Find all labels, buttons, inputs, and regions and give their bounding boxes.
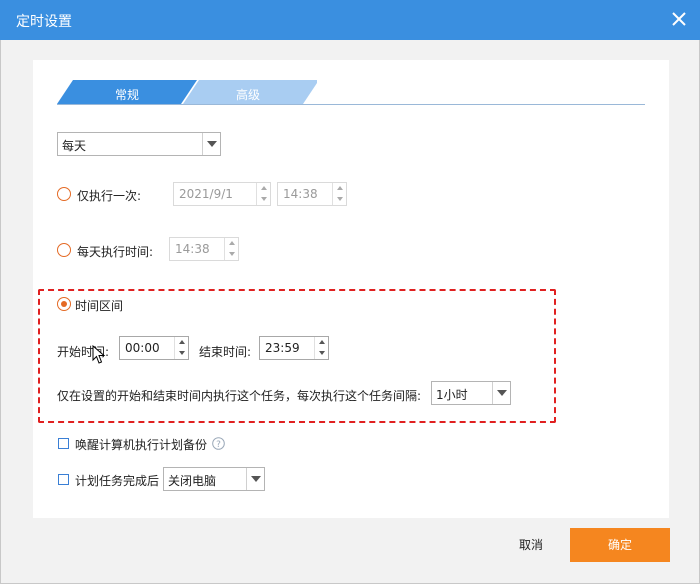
window-title: 定时设置: [16, 14, 72, 30]
spin-down-icon[interactable]: [315, 348, 329, 359]
spin-up-icon[interactable]: [225, 238, 239, 249]
tab-general[interactable]: 常规: [87, 86, 167, 103]
run-once-date-value: 2021/9/1: [179, 187, 233, 201]
spin-up-icon[interactable]: [257, 183, 271, 194]
wake-computer-label: 唤醒计算机执行计划备份: [75, 438, 208, 452]
interval-select[interactable]: 1小时: [431, 381, 511, 405]
end-time-input[interactable]: 23:59: [259, 336, 329, 360]
spin-up-icon[interactable]: [175, 337, 189, 348]
frequency-select[interactable]: 每天: [57, 132, 221, 156]
wake-computer-checkbox[interactable]: [58, 438, 69, 449]
interval-select-value: 1小时: [436, 388, 468, 402]
run-once-time-stepper: [332, 183, 346, 205]
run-once-label: 仅执行一次:: [77, 189, 142, 203]
chevron-down-icon[interactable]: [246, 468, 264, 490]
after-complete-select-value: 关闭电脑: [168, 474, 217, 488]
spin-down-icon[interactable]: [257, 194, 271, 205]
tab-underline: [57, 104, 645, 105]
frequency-select-value: 每天: [62, 139, 87, 153]
daily-time-value: 14:38: [175, 242, 210, 256]
start-time-stepper: [174, 337, 188, 359]
ok-button[interactable]: 确定: [570, 528, 670, 562]
end-time-stepper: [314, 337, 328, 359]
start-time-value: 00:00: [125, 341, 160, 355]
mouse-cursor-icon: [92, 345, 106, 364]
daily-time-radio[interactable]: [57, 243, 71, 257]
spin-up-icon[interactable]: [333, 183, 347, 194]
start-time-input[interactable]: 00:00: [119, 336, 189, 360]
spin-down-icon[interactable]: [225, 249, 239, 260]
run-once-radio[interactable]: [57, 187, 71, 201]
daily-time-label: 每天执行时间:: [77, 245, 154, 259]
settings-panel: 常规 高级 每天 仅执行一次: 2021/9/1 14:38 每天执行时间: 1…: [33, 60, 669, 518]
spin-up-icon[interactable]: [315, 337, 329, 348]
tab-advanced[interactable]: 高级: [208, 86, 288, 103]
after-complete-select[interactable]: 关闭电脑: [163, 467, 265, 491]
svg-text:?: ?: [216, 440, 221, 450]
interval-description: 仅在设置的开始和结束时间内执行这个任务，每次执行这个任务间隔:: [57, 389, 422, 403]
run-once-date-input[interactable]: 2021/9/1: [173, 182, 271, 206]
dialog-body: 常规 高级 每天 仅执行一次: 2021/9/1 14:38 每天执行时间: 1…: [0, 40, 700, 584]
spin-down-icon[interactable]: [175, 348, 189, 359]
time-range-label: 时间区间: [75, 299, 124, 313]
time-range-radio[interactable]: [57, 297, 71, 311]
help-icon[interactable]: ?: [212, 437, 225, 450]
cancel-button[interactable]: 取消: [498, 528, 564, 562]
daily-time-input[interactable]: 14:38: [169, 237, 239, 261]
end-time-value: 23:59: [265, 341, 300, 355]
after-complete-label: 计划任务完成后: [75, 474, 160, 488]
run-once-time-input[interactable]: 14:38: [277, 182, 347, 206]
run-once-time-value: 14:38: [283, 187, 318, 201]
after-complete-checkbox[interactable]: [58, 474, 69, 485]
close-icon[interactable]: [670, 10, 688, 28]
daily-time-stepper: [224, 238, 238, 260]
tab-bar: 常规 高级: [57, 80, 645, 106]
run-once-date-stepper: [256, 183, 270, 205]
chevron-down-icon[interactable]: [202, 133, 220, 155]
chevron-down-icon[interactable]: [492, 382, 510, 404]
title-bar: 定时设置: [0, 0, 700, 40]
spin-down-icon[interactable]: [333, 194, 347, 205]
end-time-label: 结束时间:: [199, 345, 252, 359]
